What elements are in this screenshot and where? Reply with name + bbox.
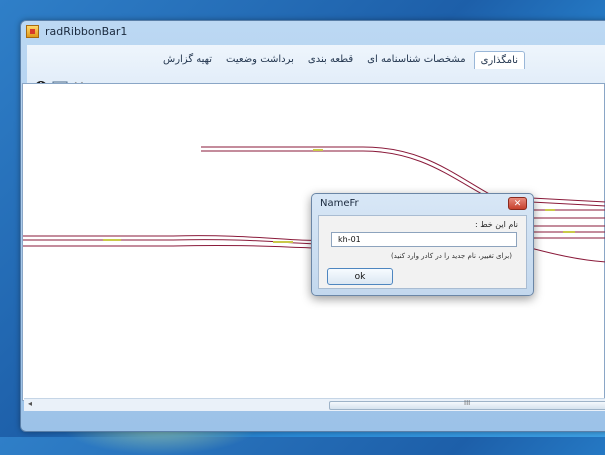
scroll-thumb[interactable]: III [329,399,605,410]
dialog-hint: (برای تغییر، نام جدید را در کادر وارد کن… [390,252,512,260]
dialog-body: نام این خط : (برای تغییر، نام جدید را در… [318,215,527,289]
title-bar[interactable]: radRibbonBar1 [21,21,605,43]
dialog-title: NameFr [320,198,359,209]
tab-properties[interactable]: مشخصات شناسنامه ای [361,51,471,69]
road-line-left-3[interactable] [23,244,324,249]
line-name-label: نام این خط : [474,220,518,229]
line-name-input[interactable] [331,232,517,247]
app-icon [26,25,39,38]
tab-status[interactable]: برداشت وضعیت [220,51,300,69]
ribbon-tabs: نامگذاری مشخصات شناسنامه ای قطعه بندی بر… [157,51,525,69]
tab-naming[interactable]: نامگذاری [473,51,525,69]
name-dialog: NameFr ✕ نام این خط : (برای تغییر، نام ج… [311,193,534,296]
ok-button[interactable]: ok [327,268,393,285]
window-title: radRibbonBar1 [45,25,128,38]
road-line-right-6[interactable] [522,245,605,263]
dialog-close-button[interactable]: ✕ [508,197,527,210]
scroll-grip-icon: III [464,399,471,407]
horizontal-scrollbar[interactable]: ◂ III [24,398,605,411]
tab-segmentation[interactable]: قطعه بندی [302,51,359,69]
tab-report[interactable]: تهیه گزارش [157,51,218,69]
scroll-left-arrow-icon[interactable]: ◂ [28,399,32,408]
